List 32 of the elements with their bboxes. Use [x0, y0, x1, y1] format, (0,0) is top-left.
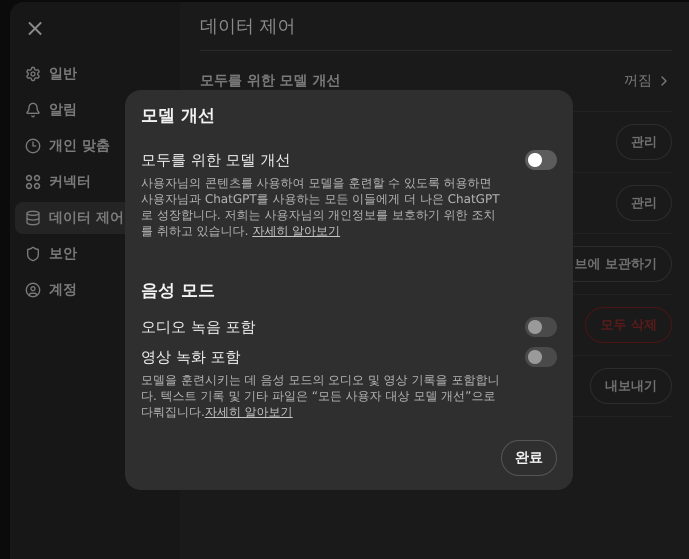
- user-icon: [25, 282, 41, 298]
- learn-more-link[interactable]: 자세히 알아보기: [252, 224, 340, 238]
- setting-value-link[interactable]: 꺼짐: [624, 72, 672, 90]
- sidebar-item[interactable]: 데이터 제어: [49, 209, 124, 227]
- done-button[interactable]: 완료: [501, 440, 557, 476]
- sidebar-item[interactable]: 개인 맞춤: [49, 137, 110, 155]
- sidebar-item[interactable]: 일반: [49, 65, 77, 83]
- sidebar-item[interactable]: 커넥터: [49, 173, 91, 191]
- nodes-icon: [25, 174, 41, 190]
- action-button[interactable]: 관리: [616, 185, 672, 221]
- description-text: 사용자님의 콘텐츠를 사용하여 모델을 훈련할 수 있도록 허용하면 사용자님과 ChatGPT를 사용하는 모든 이들에게 더 나은 ChatGPT로 성장합니다. 저희는 사용자님의 개인정보를 보호하기 위한 조치를 취하고 있습니다. 자세히 알아보기: [141, 175, 501, 239]
- setting-label: 오디오 녹음 포함: [141, 318, 256, 336]
- section-heading: 음성 모드: [141, 280, 216, 302]
- setting-label: 영상 녹화 포함: [141, 348, 241, 366]
- page-title: 데이터 제어: [200, 14, 672, 51]
- sidebar-item[interactable]: 계정: [49, 281, 77, 299]
- action-button[interactable]: 내보내기: [590, 368, 672, 404]
- sidebar-item[interactable]: 알림: [49, 101, 77, 119]
- clock-icon: [25, 138, 41, 154]
- toggle-switch[interactable]: [525, 150, 557, 170]
- database-icon: [25, 210, 41, 226]
- sidebar-item[interactable]: 보안: [49, 245, 77, 263]
- bell-icon: [25, 102, 41, 118]
- dialog-title: 모델 개선: [141, 105, 216, 127]
- action-button[interactable]: 관리: [616, 124, 672, 160]
- setting-label: 모두를 위한 모델 개선: [200, 72, 341, 90]
- description-text: 모델을 훈련시키는 데 음성 모드의 오디오 및 영상 기록을 포함합니다. 텍스트 기록 및 기타 파일은 “모든 사용자 대상 모델 개선”으로 다뤄집니다.자세히 알아보기: [141, 372, 500, 420]
- settings-icon: [25, 66, 41, 82]
- close-button[interactable]: ×: [25, 16, 46, 40]
- learn-more-link[interactable]: 자세히 알아보기: [204, 405, 293, 419]
- setting-label: 모두를 위한 모델 개선: [141, 150, 290, 170]
- shield-icon: [25, 246, 41, 262]
